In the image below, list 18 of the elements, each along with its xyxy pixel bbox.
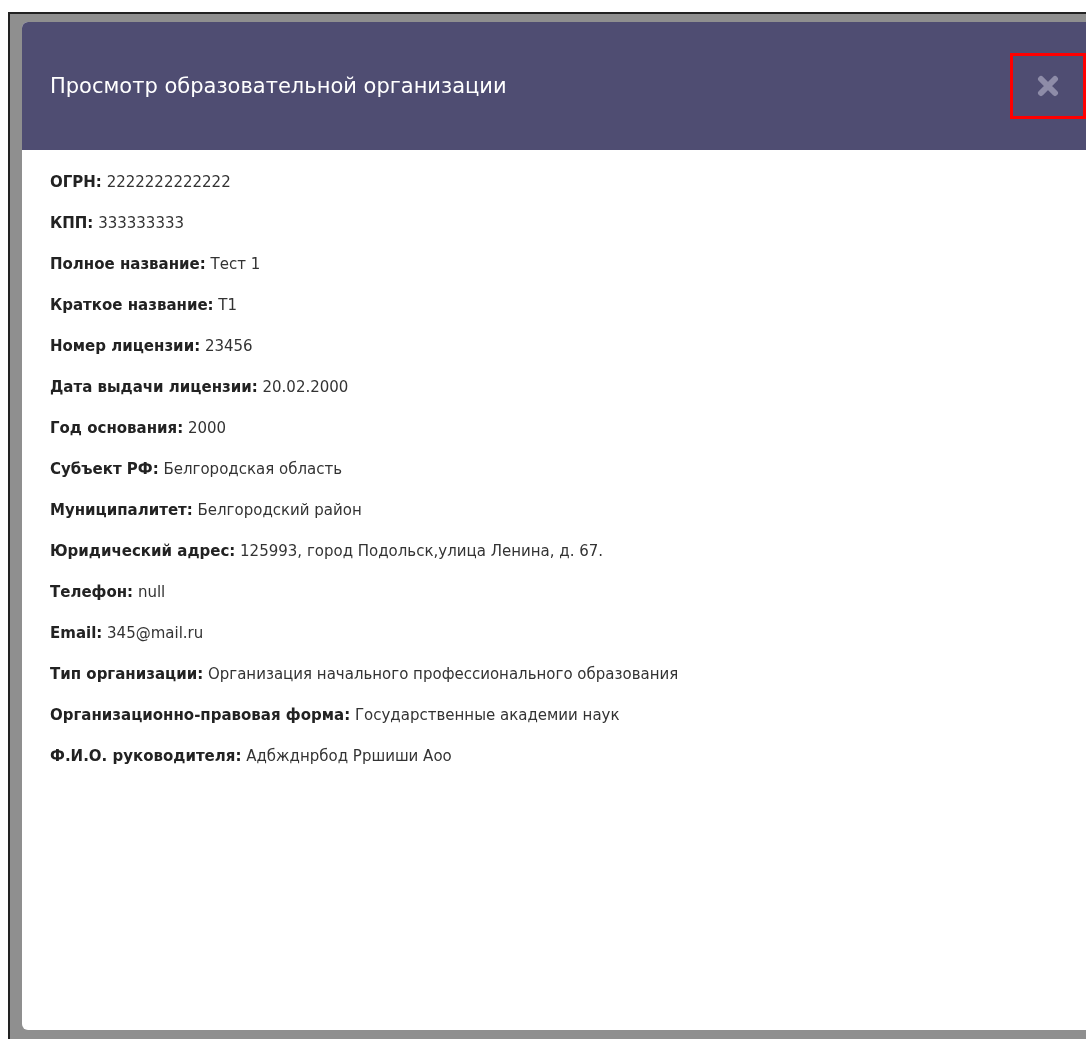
- field-text: Организационно-правовая форма: Государственные академии наук: [50, 705, 621, 726]
- field-text: Краткое название: Т1: [50, 295, 239, 316]
- field-text: Дата выдачи лицензии: 20.02.2000: [50, 377, 350, 398]
- field-text: Email: 345@mail.ru: [50, 623, 205, 644]
- close-icon: [1037, 75, 1059, 97]
- field-text: Телефон: null: [50, 582, 167, 603]
- dialog-title: Просмотр образовательной организации: [50, 74, 507, 98]
- field-text: Юридический адрес: 125993, город Подольск,улица Ленина, д. 67.: [50, 541, 605, 562]
- field-text: Полное название: Тест 1: [50, 254, 262, 275]
- field-text: Ф.И.О. руководителя: Адбжднрбод Рршиши Аоо: [50, 746, 453, 767]
- field-text: КПП: 333333333: [50, 213, 186, 234]
- field-text: Субъект РФ: Белгородская область: [50, 459, 343, 480]
- close-button[interactable]: [1010, 53, 1086, 119]
- field-text: Номер лицензии: 23456: [50, 336, 254, 357]
- field-text: Тип организации: Организация начального профессионального образования: [50, 664, 680, 685]
- field-text: Год основания: 2000: [50, 418, 228, 439]
- field-text: ОГРН: 2222222222222: [50, 172, 232, 193]
- field-text: Муниципалитет: Белгородский район: [50, 500, 363, 521]
